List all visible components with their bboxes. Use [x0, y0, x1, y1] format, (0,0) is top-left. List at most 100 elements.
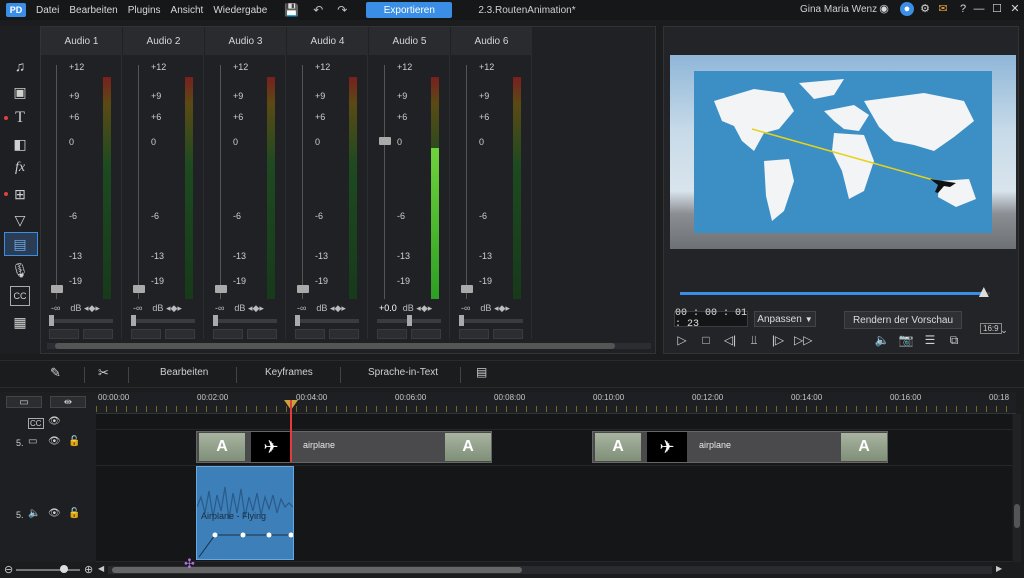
zoom-in-icon[interactable]: ⊕ — [84, 563, 93, 576]
volume-fader-knob[interactable] — [133, 285, 145, 293]
redo-icon[interactable]: ↷ — [337, 3, 347, 17]
marker-pen-icon[interactable]: ✎ — [50, 365, 61, 381]
fader-track[interactable] — [138, 65, 139, 299]
stop-icon[interactable]: □ — [698, 333, 714, 347]
settings-gear-icon[interactable]: ⚙ — [918, 2, 932, 16]
timecode-display[interactable]: 00 : 00 : 01 : 23 — [674, 308, 748, 330]
snapshot-camera-icon[interactable]: 📷 — [898, 333, 914, 347]
pan-knob[interactable] — [49, 315, 54, 326]
voiceover-room-icon[interactable]: 🎙 — [10, 260, 30, 280]
fader-track[interactable] — [56, 65, 57, 299]
pip-objects-room-icon[interactable]: ⊞ — [10, 184, 30, 204]
pan-knob[interactable] — [459, 315, 464, 326]
keyframe-nav-icon[interactable]: ◂◆▸ — [163, 303, 182, 313]
pan-slider[interactable] — [49, 315, 113, 326]
keyframe-nav-icon[interactable]: ◂◆▸ — [414, 303, 432, 313]
fade-out-button[interactable] — [329, 329, 359, 339]
pan-slider[interactable] — [213, 315, 277, 326]
menu-file[interactable]: Datei — [36, 5, 59, 16]
audio-mixing-room-icon[interactable]: ▤ — [10, 234, 30, 254]
play-icon[interactable]: ▷ — [674, 333, 690, 347]
keyframe-nav-icon[interactable]: ◂◆▸ — [491, 303, 510, 313]
volume-fader-knob[interactable] — [215, 285, 227, 293]
menu-playback[interactable]: Wiedergabe — [213, 5, 267, 16]
video-track[interactable]: A ✈ airplane A A ✈ airplane A — [96, 430, 1012, 466]
fade-in-button[interactable] — [295, 329, 325, 339]
fade-out-button[interactable] — [165, 329, 195, 339]
undock-icon[interactable]: ⧉ — [946, 333, 962, 347]
fade-in-button[interactable] — [377, 329, 407, 339]
keyframe-nav-icon[interactable]: ◂◆▸ — [81, 303, 100, 313]
chevron-down-icon[interactable]: ⌄ — [996, 323, 1012, 337]
fade-out-button[interactable] — [247, 329, 277, 339]
speech-to-text-button[interactable]: Sprache-in-Text — [368, 367, 438, 378]
zoom-fit-dropdown[interactable]: Anpassen ▼ — [754, 311, 816, 327]
video-clip[interactable]: A ✈ airplane A — [196, 431, 492, 463]
menu-view[interactable]: Ansicht — [171, 5, 204, 16]
playhead[interactable] — [290, 400, 292, 462]
save-icon[interactable]: 💾 — [284, 3, 299, 17]
minimize-icon[interactable]: — — [972, 2, 986, 16]
edit-button[interactable]: Bearbeiten — [160, 367, 208, 378]
fade-out-button[interactable] — [83, 329, 113, 339]
pan-knob[interactable] — [407, 315, 412, 326]
title-room-icon[interactable]: T — [10, 108, 30, 128]
pan-knob[interactable] — [131, 315, 136, 326]
timeline-zoom-slider[interactable] — [16, 569, 80, 571]
media-room-icon[interactable]: ♫ — [10, 56, 30, 76]
close-icon[interactable]: ✕ — [1008, 2, 1022, 16]
track-manager-icon[interactable]: ▭ — [6, 396, 42, 408]
audio-clip[interactable]: Airplane - Flying — [196, 466, 294, 560]
lock-icon[interactable]: 🔓 — [68, 436, 80, 447]
keyframe-nav-icon[interactable]: ◂◆▸ — [327, 303, 346, 313]
fade-out-button[interactable] — [493, 329, 523, 339]
user-name[interactable]: Gina Maria Wenz — [800, 4, 877, 15]
pan-knob[interactable] — [295, 315, 300, 326]
pan-slider[interactable] — [295, 315, 359, 326]
maximize-icon[interactable]: ☐ — [990, 2, 1004, 16]
fit-timeline-icon[interactable]: ⇹ — [50, 396, 86, 408]
display-options-icon[interactable]: ☰ — [922, 333, 938, 347]
previous-frame-icon[interactable]: ◁| — [722, 333, 738, 347]
pan-slider[interactable] — [459, 315, 523, 326]
notification-icon[interactable]: ● — [900, 2, 914, 16]
volume-fader-knob[interactable] — [379, 137, 391, 145]
subtitle-room-icon[interactable]: CC — [10, 286, 30, 306]
lock-icon[interactable]: 🔓 — [68, 508, 80, 519]
volume-fader-knob[interactable] — [51, 285, 63, 293]
particle-room-icon[interactable]: ▽ — [10, 210, 30, 230]
subtitle-track[interactable] — [96, 414, 1012, 430]
fade-out-button[interactable] — [411, 329, 441, 339]
preview-progress-slider[interactable] — [680, 287, 990, 297]
fade-in-button[interactable] — [49, 329, 79, 339]
eye-icon[interactable]: 👁 — [48, 508, 61, 519]
undo-icon[interactable]: ↶ — [313, 3, 323, 17]
fader-track[interactable] — [220, 65, 221, 299]
mixer-scrollbar[interactable] — [47, 343, 651, 349]
scroll-left-icon[interactable]: ◀ — [98, 564, 104, 573]
keyframes-button[interactable]: Keyframes — [265, 367, 313, 378]
scissors-icon[interactable]: ✂ — [98, 365, 109, 381]
fader-track[interactable] — [466, 65, 467, 299]
user-account-icon[interactable]: ◉ — [877, 2, 891, 16]
eye-icon[interactable]: 👁 — [48, 436, 61, 447]
video-room-icon[interactable]: ▣ — [10, 82, 30, 102]
channel-gain-value[interactable]: +0.0 — [379, 303, 397, 313]
timeline-vertical-scrollbar[interactable] — [1013, 414, 1021, 562]
timeline-zoom-knob[interactable] — [60, 565, 68, 573]
fader-track[interactable] — [302, 65, 303, 299]
volume-fader-knob[interactable] — [461, 285, 473, 293]
eye-icon[interactable]: 👁 — [48, 416, 61, 427]
fade-in-button[interactable] — [459, 329, 489, 339]
help-icon[interactable]: ? — [956, 2, 970, 16]
render-preview-button[interactable]: Rendern der Vorschau — [844, 311, 962, 329]
volume-icon[interactable]: 🔈 — [874, 333, 890, 347]
volume-fader-knob[interactable] — [297, 285, 309, 293]
fade-in-button[interactable] — [131, 329, 161, 339]
timeline-ruler[interactable]: 00:00:00 00:02:00 00:04:00 00:06:00 00:08:00… — [96, 392, 1016, 414]
fader-track[interactable] — [384, 65, 385, 299]
timeline-horizontal-scrollbar[interactable] — [108, 566, 992, 574]
zoom-out-icon[interactable]: ⊖ — [4, 563, 13, 576]
chapter-room-icon[interactable]: ▦ — [10, 312, 30, 332]
split-icon[interactable]: ⫫ — [746, 333, 762, 347]
